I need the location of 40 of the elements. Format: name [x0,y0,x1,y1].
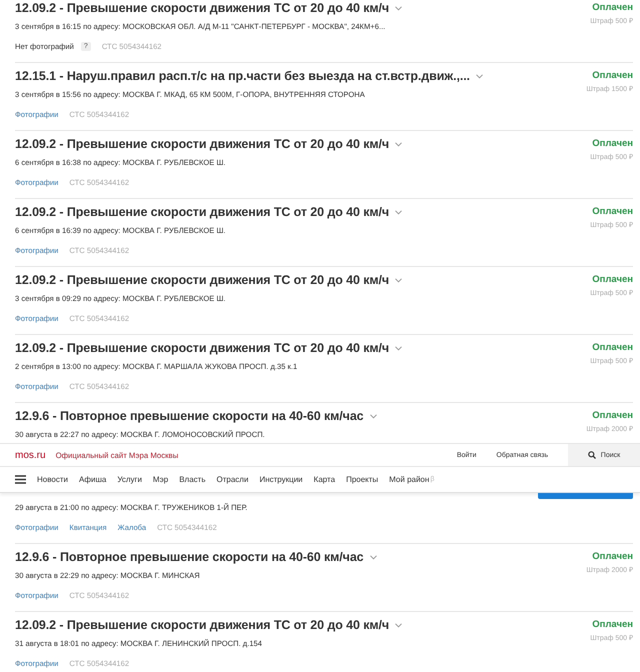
chevron-down-icon[interactable] [395,210,402,214]
chevron-down-icon[interactable] [395,278,402,282]
payment-status: Оплачен [592,1,633,15]
chevron-down-icon[interactable] [395,346,402,350]
nav-link[interactable]: Мэр [152,475,168,484]
payment-status: Оплачен [592,341,633,355]
site-logo[interactable]: mos.ru [15,450,46,460]
chevron-down-icon[interactable] [395,142,402,146]
violation-title[interactable]: 12.09.2 - Превышение скорости движения ТС от 20 до 40 км/ч [15,341,390,355]
nav-link[interactable]: Отрасли [216,475,248,484]
chevron-down-icon[interactable] [395,622,402,628]
nav-link[interactable]: Проекты [346,475,378,484]
violation-title[interactable]: 12.15.1 - Наруш.правил расп.т/с на пр.части без выезда на ст.встр.движ.,... [15,69,470,83]
payment-status: Оплачен [592,618,633,632]
search-icon [588,451,596,459]
nav-link[interactable]: Новости [37,475,68,484]
payment-status: Оплачен [592,273,633,287]
nav-link[interactable]: Мой район [389,475,430,484]
payment-status: Оплачен [592,205,633,219]
chevron-down-icon[interactable] [370,414,377,418]
menu-icon[interactable] [15,475,26,484]
nav-link[interactable]: Афиша [78,475,106,484]
violation-title[interactable]: 12.09.2 - Превышение скорости движения ТС от 20 до 40 км/ч [15,618,390,632]
nav-link[interactable]: Карта [314,475,336,484]
nav-link[interactable]: Услуги [117,475,142,484]
nav-link[interactable]: Инструкции [259,475,303,484]
payment-status: Оплачен [592,69,633,83]
violation-title[interactable]: 12.09.2 - Превышение скорости движения ТС от 20 до 40 км/ч [15,273,390,287]
violation-title[interactable]: 12.09.2 - Превышение скорости движения ТС от 20 до 40 км/ч [15,137,390,151]
chevron-down-icon[interactable] [476,74,483,78]
chevron-down-icon[interactable] [370,554,377,560]
payment-status: Оплачен [592,137,633,151]
violation-title[interactable]: 12.09.2 - Превышение скорости движения ТС от 20 до 40 км/ч [15,205,390,219]
payment-status: Оплачен [592,409,633,423]
violation-title[interactable]: 12.9.6 - Повторное превышение скорости на 40-60 км/час [15,409,364,423]
violation-title[interactable]: 12.9.6 - Повторное превышение скорости на 40-60 км/час [15,550,364,564]
chevron-down-icon[interactable] [395,6,402,10]
violation-title[interactable]: 12.09.2 - Превышение скорости движения ТС от 20 до 40 км/ч [15,1,390,15]
nav-link[interactable]: Власть [179,475,206,484]
payment-status: Оплачен [592,550,633,564]
